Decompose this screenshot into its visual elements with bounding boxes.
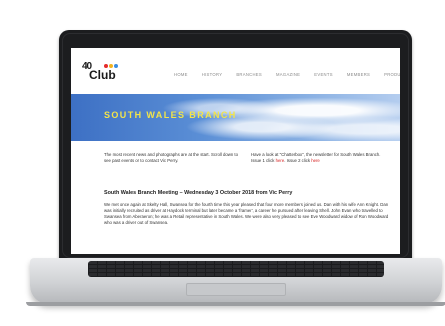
nav-item-members[interactable]: MEMBERS bbox=[340, 72, 377, 80]
nav-item-home[interactable]: HOME bbox=[167, 72, 195, 80]
trackpad bbox=[186, 283, 286, 296]
banner-title: SOUTH WALES BRANCH bbox=[104, 110, 237, 120]
newsletter-text: Have a look at "Chatterbox", the newslet… bbox=[251, 152, 386, 164]
intro-text: The most recent news and photographs are… bbox=[104, 152, 238, 163]
laptop-base-edge bbox=[26, 302, 445, 306]
hero-banner: SOUTH WALES BRANCH bbox=[71, 94, 400, 141]
article-title: South Wales Branch Meeting – Wednesday 3… bbox=[104, 190, 293, 196]
logo-club-text: Club bbox=[89, 68, 116, 82]
nav-item-products[interactable]: PRODUCTS bbox=[377, 72, 400, 80]
keyboard-icon bbox=[88, 261, 384, 277]
club-logo[interactable]: 40 Club bbox=[82, 61, 122, 83]
browser-viewport: 40 Club HOME HISTORY BRANCHES MAGAZINE E… bbox=[71, 48, 400, 254]
nav-item-branches[interactable]: BRANCHES bbox=[229, 72, 269, 80]
nav-item-events[interactable]: EVENTS bbox=[307, 72, 340, 80]
nav-item-history[interactable]: HISTORY bbox=[195, 72, 230, 80]
site-header: 40 Club HOME HISTORY BRANCHES MAGAZINE E… bbox=[71, 48, 400, 88]
main-navigation: HOME HISTORY BRANCHES MAGAZINE EVENTS ME… bbox=[167, 72, 400, 80]
article-body: We met once again at Skelty Hall, Swanse… bbox=[104, 202, 389, 225]
newsletter-description: Have a look at "Chatterbox", the newslet… bbox=[251, 152, 381, 157]
issue1-prefix: Issue 1 click bbox=[251, 158, 276, 163]
nav-item-magazine[interactable]: MAGAZINE bbox=[269, 72, 307, 80]
issue1-link[interactable]: here bbox=[276, 158, 285, 163]
issue2-prefix: . Issue 2 click bbox=[284, 158, 312, 163]
issue2-link[interactable]: here bbox=[311, 158, 320, 163]
